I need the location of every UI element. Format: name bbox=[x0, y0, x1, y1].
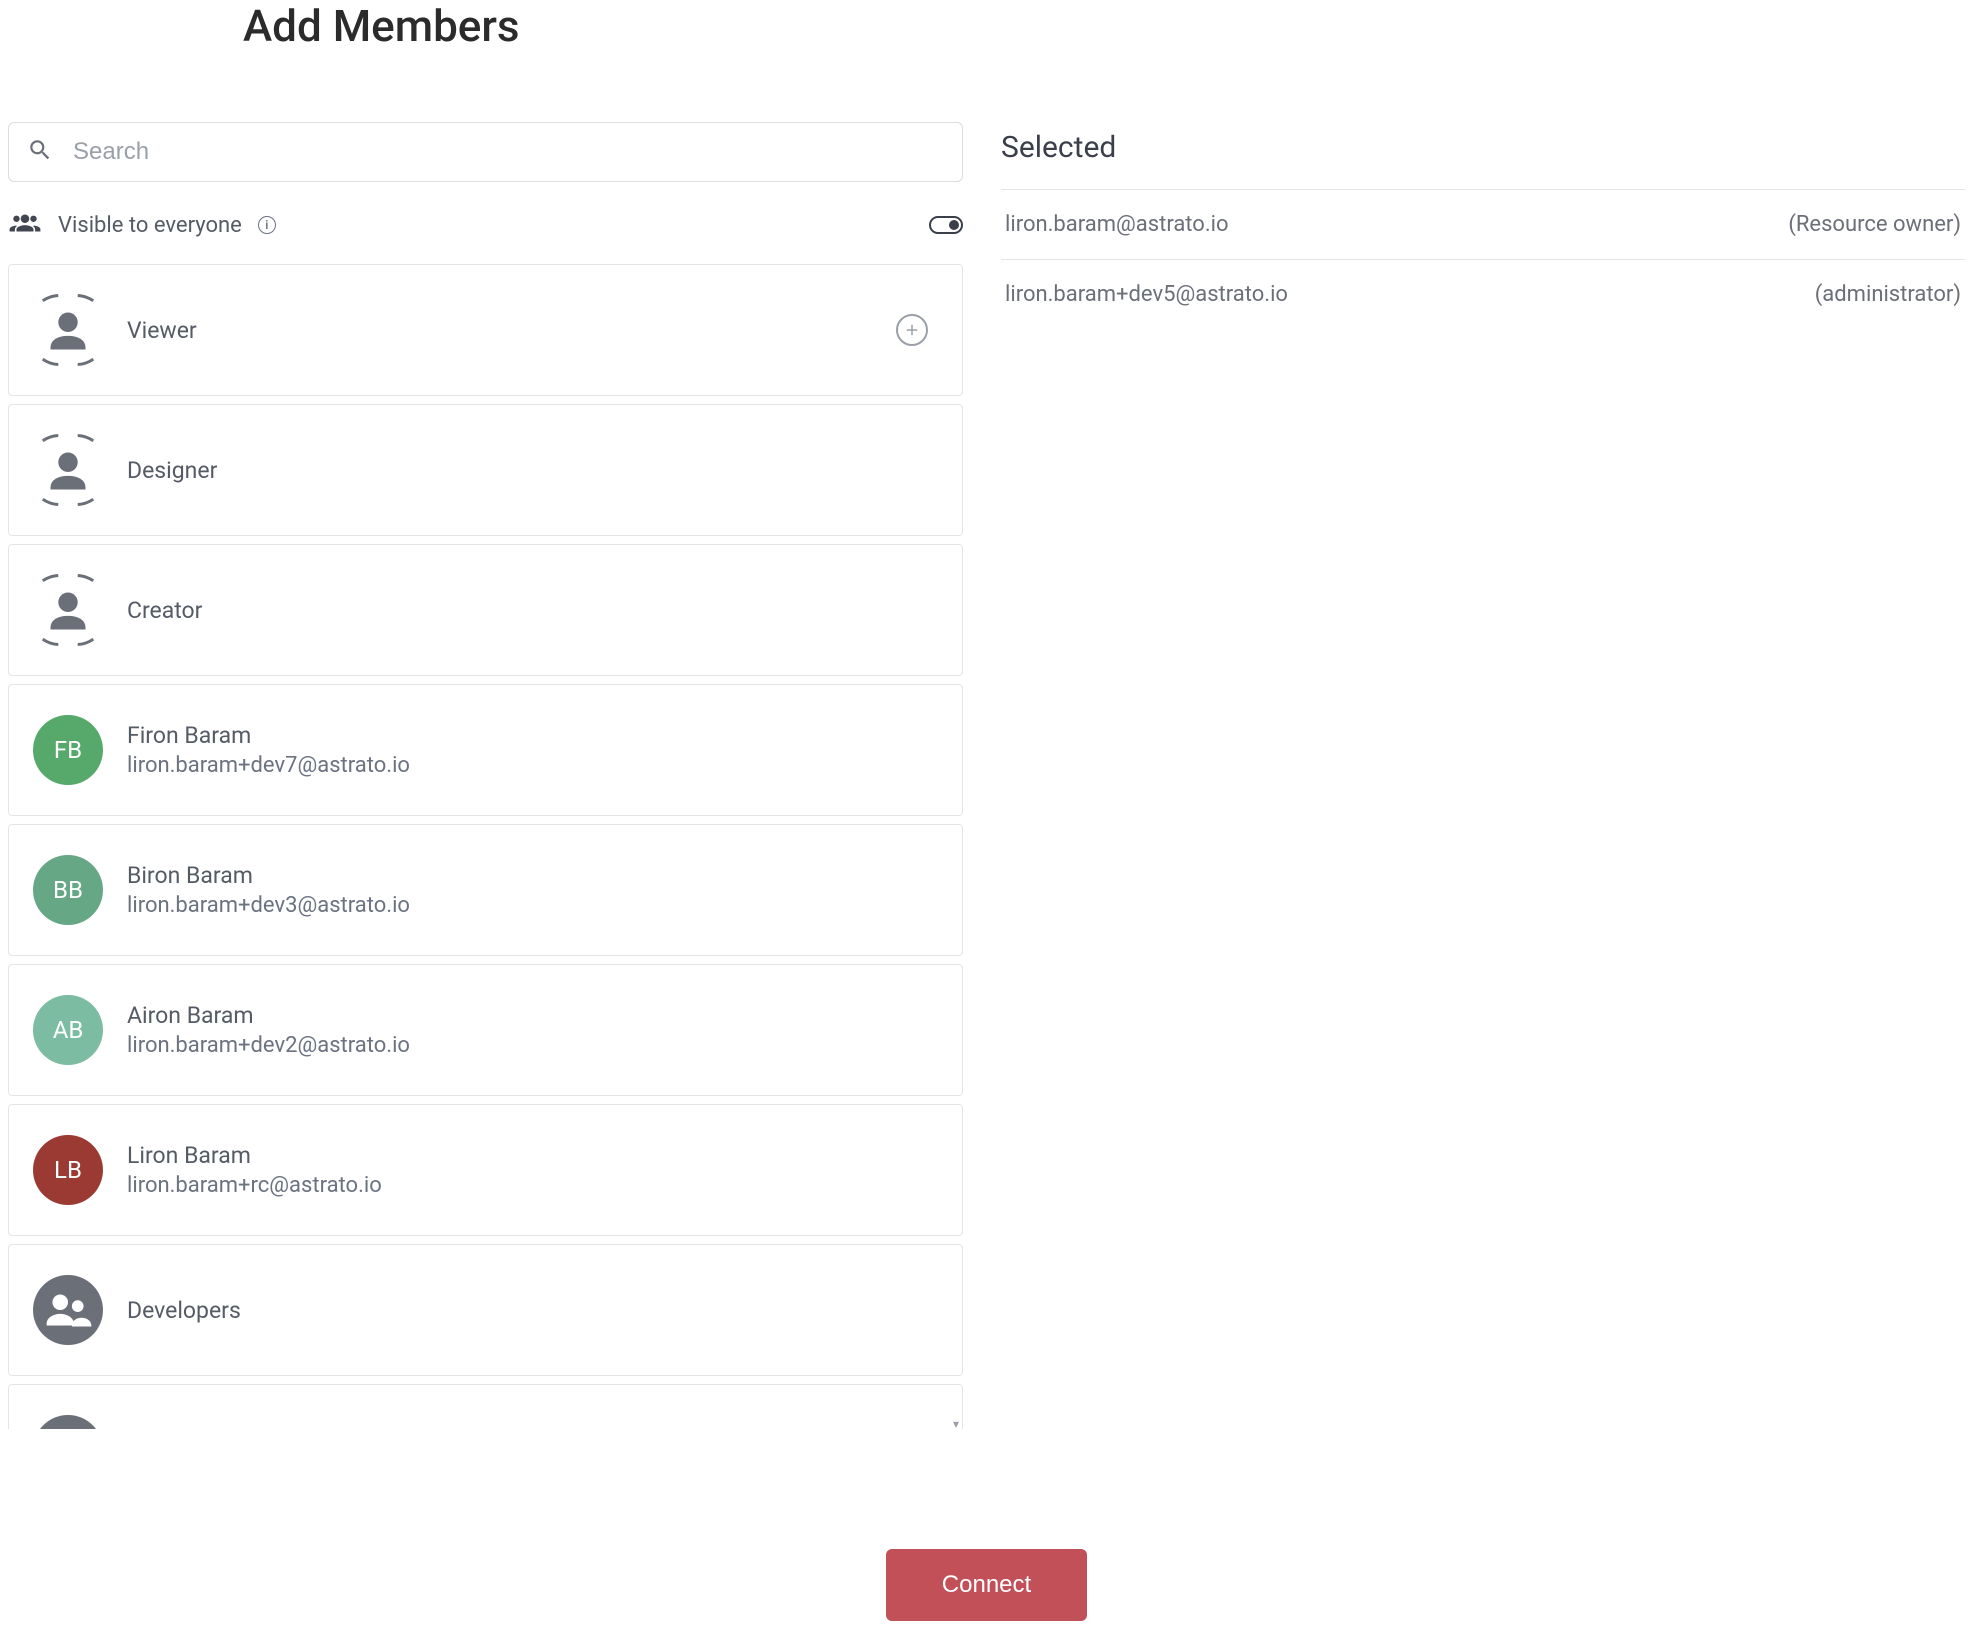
role-avatar-icon bbox=[33, 295, 103, 365]
group-avatar-icon bbox=[33, 1415, 103, 1429]
member-card-developers[interactable]: Developers bbox=[8, 1244, 963, 1376]
connect-button[interactable]: Connect bbox=[886, 1549, 1087, 1621]
selected-email: liron.baram+dev5@astrato.io bbox=[1005, 282, 1288, 307]
user-avatar: BB bbox=[33, 855, 103, 925]
search-field[interactable] bbox=[8, 122, 963, 182]
member-name: Biron Baram bbox=[127, 862, 938, 889]
member-name: Viewer bbox=[127, 317, 872, 344]
selected-role: (administrator) bbox=[1815, 282, 1961, 307]
visibility-label: Visible to everyone bbox=[58, 213, 242, 238]
page-title: Add Members bbox=[8, 0, 1965, 52]
member-email: liron.baram+dev7@astrato.io bbox=[127, 753, 938, 778]
selected-row: liron.baram@astrato.io (Resource owner) bbox=[1001, 189, 1965, 259]
member-name: Creator bbox=[127, 597, 938, 624]
selected-email: liron.baram@astrato.io bbox=[1005, 212, 1229, 237]
member-card-firon-baram[interactable]: FB Firon Baram liron.baram+dev7@astrato.io bbox=[8, 684, 963, 816]
user-avatar: AB bbox=[33, 995, 103, 1065]
member-name: Developers bbox=[127, 1297, 938, 1324]
right-panel: Selected liron.baram@astrato.io (Resource… bbox=[1001, 122, 1965, 329]
member-email: liron.baram+rc@astrato.io bbox=[127, 1173, 938, 1198]
left-panel: Visible to everyone i ▴ ViewerDesignerCr… bbox=[8, 122, 963, 1429]
people-icon bbox=[8, 210, 42, 240]
add-member-button[interactable] bbox=[896, 314, 928, 346]
member-list[interactable]: Viewer Designer Creator FB Firon Baram liron.… bbox=[8, 264, 963, 1429]
member-name: Firon Baram bbox=[127, 722, 938, 749]
member-name: Designer bbox=[127, 457, 938, 484]
member-card-creator[interactable]: Creator bbox=[8, 544, 963, 676]
user-avatar: LB bbox=[33, 1135, 103, 1205]
selected-heading: Selected bbox=[1001, 130, 1965, 165]
search-icon bbox=[27, 137, 53, 167]
visibility-toggle[interactable] bbox=[929, 216, 963, 234]
search-input[interactable] bbox=[71, 137, 944, 167]
user-avatar: FB bbox=[33, 715, 103, 785]
member-email: liron.baram+dev3@astrato.io bbox=[127, 893, 938, 918]
role-avatar-icon bbox=[33, 435, 103, 505]
member-email: liron.baram+dev2@astrato.io bbox=[127, 1033, 938, 1058]
selected-list: liron.baram@astrato.io(Resource owner)li… bbox=[1001, 189, 1965, 329]
role-avatar-icon bbox=[33, 575, 103, 645]
visibility-row: Visible to everyone i bbox=[8, 210, 963, 240]
info-icon[interactable]: i bbox=[258, 216, 276, 234]
member-card-designer[interactable]: Designer bbox=[8, 404, 963, 536]
member-card-airon-baram[interactable]: AB Airon Baram liron.baram+dev2@astrato.io bbox=[8, 964, 963, 1096]
selected-role: (Resource owner) bbox=[1788, 212, 1961, 237]
member-name: Liron Baram bbox=[127, 1142, 938, 1169]
member-card-biron-baram[interactable]: BB Biron Baram liron.baram+dev3@astrato.io bbox=[8, 824, 963, 956]
member-card-sales-and-marketing[interactable]: Sales and marketing bbox=[8, 1384, 963, 1429]
member-card-viewer[interactable]: Viewer bbox=[8, 264, 963, 396]
selected-row: liron.baram+dev5@astrato.io (administrato… bbox=[1001, 259, 1965, 329]
member-card-liron-baram[interactable]: LB Liron Baram liron.baram+rc@astrato.io bbox=[8, 1104, 963, 1236]
member-name: Airon Baram bbox=[127, 1002, 938, 1029]
group-avatar-icon bbox=[33, 1275, 103, 1345]
